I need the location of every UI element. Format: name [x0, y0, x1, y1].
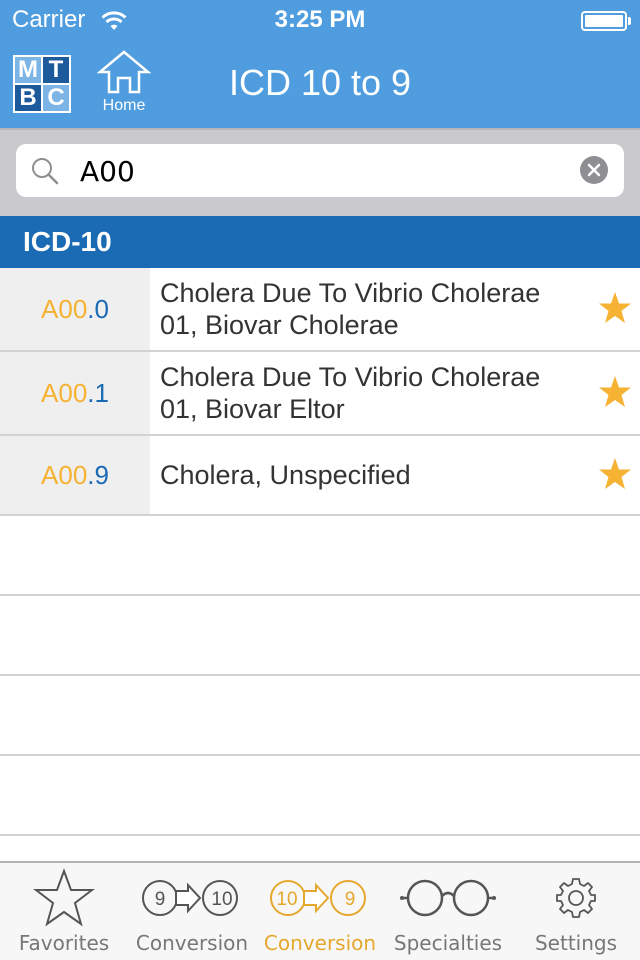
close-icon	[587, 163, 601, 177]
list-item[interactable]: A00.0 Cholera Due To Vibrio Cholerae 01,…	[0, 268, 640, 352]
battery-tip	[628, 17, 631, 25]
battery-icon	[581, 11, 627, 31]
code-main: A00	[41, 459, 88, 490]
status-bar: Carrier 3:25 PM	[0, 0, 640, 40]
star-outline-icon	[33, 868, 95, 927]
favorite-star-icon[interactable]	[598, 457, 632, 491]
code-cell: A00.9	[0, 436, 150, 514]
tab-label: Favorites	[18, 931, 110, 955]
from-number: 10	[276, 889, 297, 910]
results-list: A00.0 Cholera Due To Vibrio Cholerae 01,…	[0, 268, 640, 836]
empty-row	[0, 516, 640, 596]
code-cell: A00.0	[0, 268, 150, 350]
tab-conversion-9-to-10[interactable]: 9 10 Conversion	[128, 863, 256, 960]
empty-row	[0, 756, 640, 836]
search-field[interactable]	[16, 144, 624, 197]
glasses-icon	[400, 879, 496, 917]
tab-specialties[interactable]: Specialties	[384, 863, 512, 960]
empty-row	[0, 676, 640, 756]
favorite-star-icon[interactable]	[598, 291, 632, 325]
from-number: 9	[155, 889, 166, 910]
page-title: ICD 10 to 9	[228, 62, 412, 103]
code-description: Cholera Due To Vibrio Cholerae 01, Biova…	[160, 278, 541, 340]
code-extension: .0	[87, 293, 109, 324]
to-number: 10	[211, 889, 232, 910]
gear-icon	[556, 878, 596, 918]
favorite-star-icon[interactable]	[598, 375, 632, 409]
list-item[interactable]: A00.9 Cholera, Unspecified	[0, 436, 640, 516]
tab-bar: Favorites 9 10 Conversion 10 9 Conversio…	[0, 861, 640, 960]
search-bar	[0, 130, 640, 216]
code-extension: .1	[87, 377, 109, 408]
search-input[interactable]	[80, 152, 560, 190]
tab-label: Conversion	[135, 931, 249, 955]
code-main: A00	[41, 293, 88, 324]
tab-label: Settings	[534, 931, 618, 955]
empty-row	[0, 596, 640, 676]
code-main: A00	[41, 377, 88, 408]
section-header: ICD-10	[0, 216, 640, 268]
convert-10-to-9-icon: 10 9	[270, 880, 366, 916]
tab-settings[interactable]: Settings	[512, 863, 640, 960]
list-item[interactable]: A00.1 Cholera Due To Vibrio Cholerae 01,…	[0, 352, 640, 436]
navigation-bar: M T B C Home ICD 10 to 9	[0, 40, 640, 128]
clear-search-button[interactable]	[580, 156, 608, 184]
search-icon	[32, 158, 59, 185]
convert-9-to-10-icon: 9 10	[142, 880, 238, 916]
code-cell: A00.1	[0, 352, 150, 434]
tab-label: Conversion	[263, 931, 377, 955]
code-extension: .9	[87, 459, 109, 490]
tab-favorites[interactable]: Favorites	[0, 863, 128, 960]
tab-label: Specialties	[393, 931, 503, 955]
tab-conversion-10-to-9[interactable]: 10 9 Conversion	[256, 863, 384, 960]
status-time: 3:25 PM	[274, 6, 366, 33]
code-description: Cholera Due To Vibrio Cholerae 01, Biova…	[160, 362, 541, 424]
to-number: 9	[345, 889, 356, 910]
battery-fill	[585, 15, 623, 27]
code-description: Cholera, Unspecified	[160, 460, 411, 490]
